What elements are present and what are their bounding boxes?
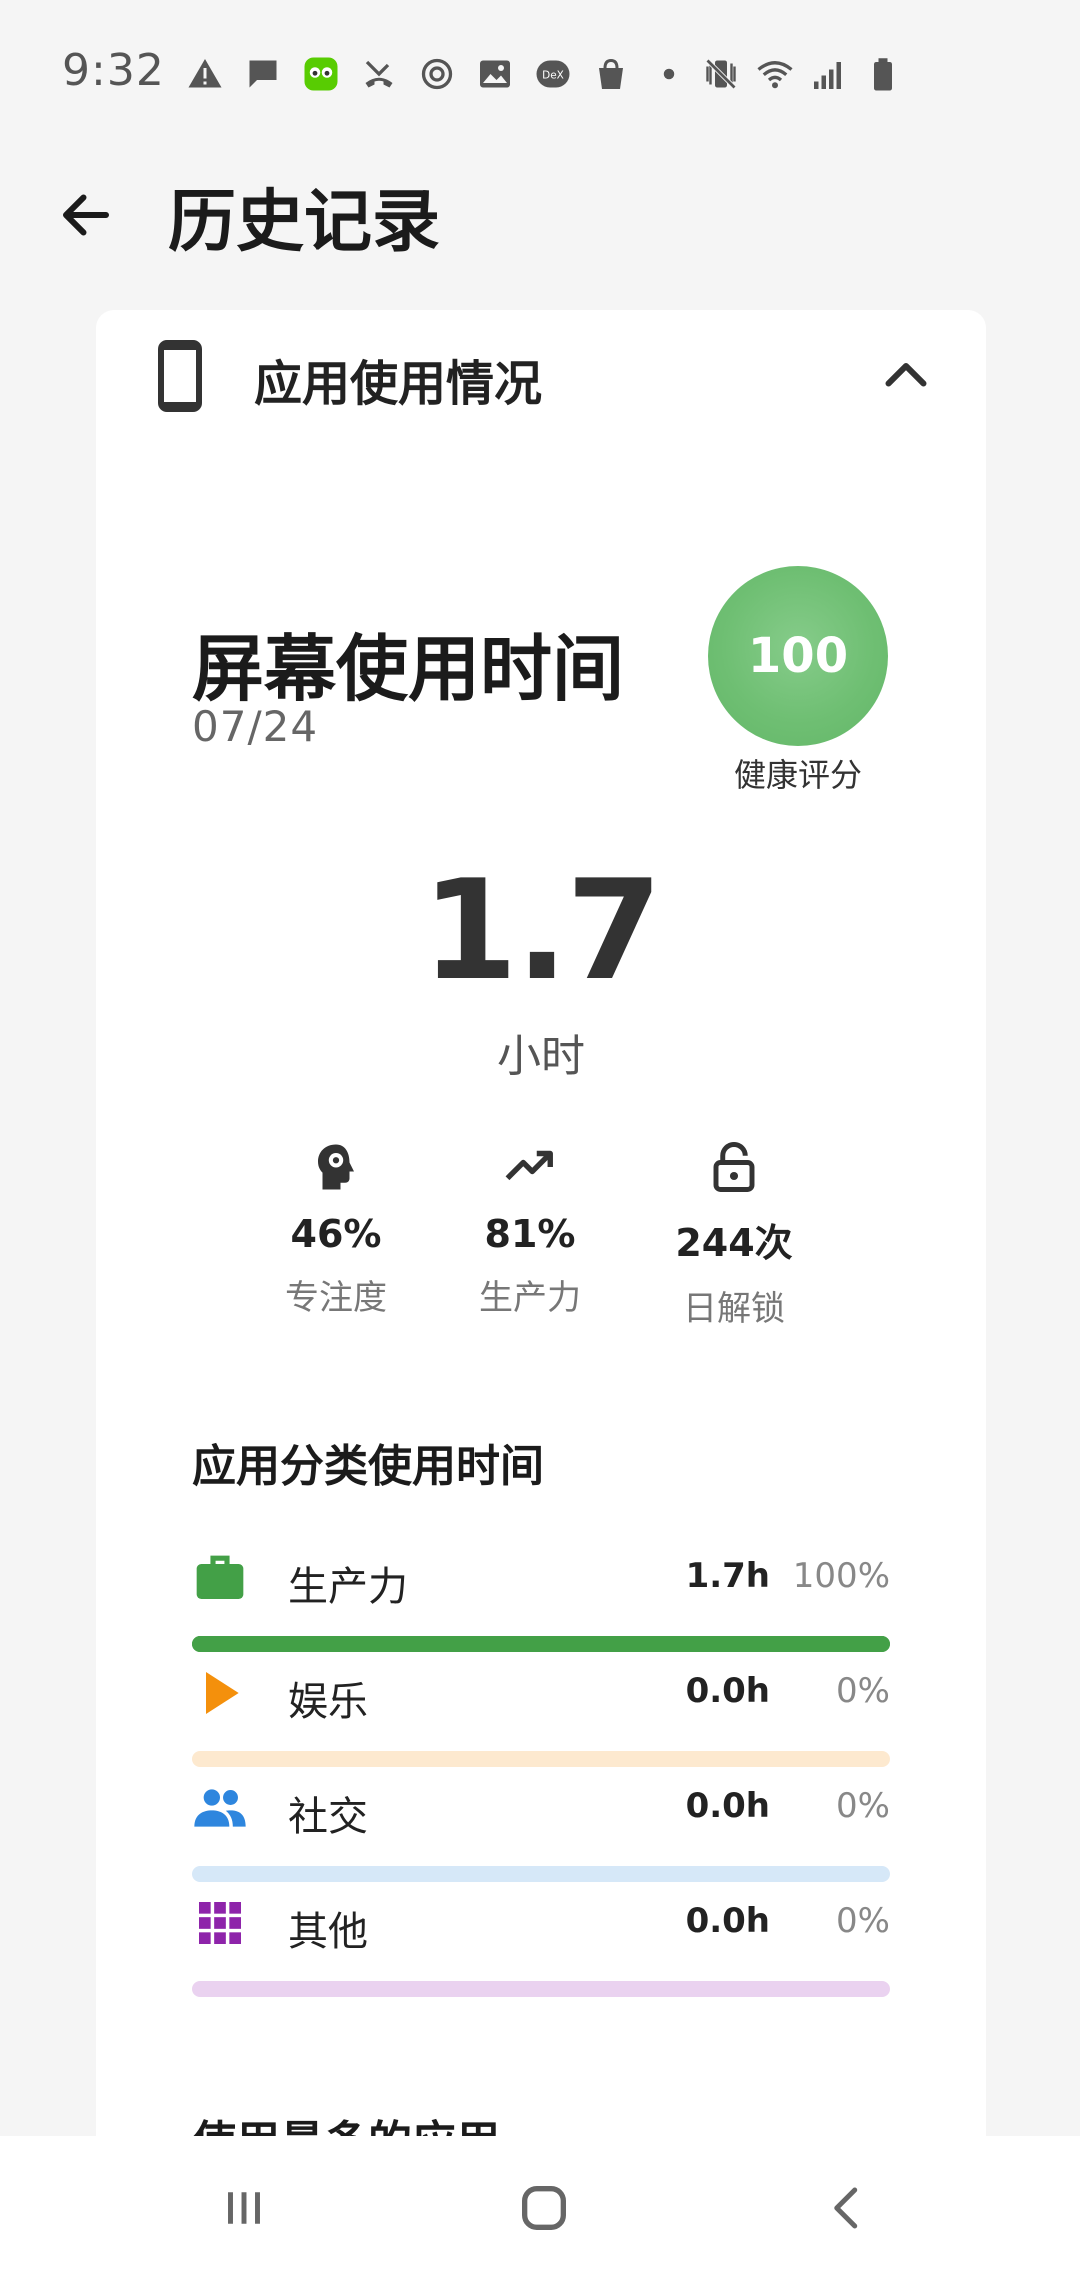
- briefcase-icon: [196, 1555, 244, 1599]
- category-row-social[interactable]: 社交 0.0h 0%: [192, 1780, 890, 1882]
- category-percent: 0%: [836, 1786, 890, 1826]
- category-percent: 100%: [792, 1556, 890, 1596]
- card-title: 应用使用情况: [254, 356, 543, 412]
- vibrate-mute-icon: [703, 52, 739, 91]
- health-score-value: 100: [747, 628, 849, 684]
- warning-icon: [187, 52, 223, 88]
- category-row-entertainment[interactable]: 娱乐 0.0h 0%: [192, 1665, 890, 1767]
- total-screen-time-value: 1.7: [421, 850, 662, 1011]
- stat-productivity-value: 81%: [484, 1212, 576, 1256]
- health-score-circle: 100: [708, 566, 888, 746]
- home-icon: [522, 2186, 566, 2230]
- stat-unlocks-label: 日解锁: [683, 1289, 785, 1329]
- back-button[interactable]: [808, 2168, 888, 2248]
- stat-productivity: 81% 生产力: [430, 1140, 630, 1319]
- duolingo-icon: [303, 52, 339, 91]
- svg-text:DeX: DeX: [542, 70, 564, 82]
- arrow-left-icon: [63, 194, 109, 236]
- category-progress-track: [192, 1981, 890, 1997]
- stats-row: 46% 专注度 81% 生产力 244次 日解锁: [96, 1140, 986, 1340]
- category-progress-track: [192, 1751, 890, 1767]
- screen-time-title: 屏幕使用时间: [192, 627, 625, 711]
- navigation-bar: [0, 2136, 1080, 2280]
- category-section-title: 应用分类使用时间: [192, 1441, 544, 1492]
- sync-icon: [419, 52, 455, 90]
- category-percent: 0%: [836, 1901, 890, 1941]
- back-arrow-button[interactable]: [50, 179, 122, 251]
- category-hours: 0.0h: [685, 1786, 770, 1826]
- notification-icons: DeX: [187, 52, 687, 91]
- brain-gear-icon: [318, 1144, 354, 1190]
- wifi-icon: [757, 52, 793, 89]
- category-name: 社交: [288, 1794, 368, 1840]
- shopping-bag-icon: [593, 52, 629, 89]
- category-progress-track: [192, 1636, 890, 1652]
- status-bar: 9:32 DeX: [0, 0, 1080, 140]
- back-chevron-icon: [834, 2187, 858, 2229]
- message-icon: [245, 52, 281, 88]
- app-bar: 历史记录: [0, 150, 1080, 280]
- trending-up-icon: [505, 1150, 553, 1181]
- recents-button[interactable]: [204, 2168, 284, 2248]
- gallery-icon: [477, 52, 513, 88]
- chevron-up-icon[interactable]: [876, 346, 936, 406]
- stat-productivity-label: 生产力: [479, 1278, 581, 1318]
- card-header[interactable]: 应用使用情况: [96, 310, 986, 440]
- system-icons: [703, 52, 901, 91]
- category-hours: 0.0h: [685, 1671, 770, 1711]
- category-name: 生产力: [288, 1564, 408, 1610]
- category-name: 娱乐: [288, 1679, 368, 1725]
- total-screen-time-unit: 小时: [497, 1031, 585, 1082]
- play-icon: [206, 1672, 239, 1714]
- page: 9:32 DeX 历史记录 应用使用情况 屏幕使用时间 07/24 100 健康…: [0, 0, 1080, 2280]
- category-name: 其他: [288, 1909, 368, 1955]
- home-button[interactable]: [504, 2168, 584, 2248]
- category-percent: 0%: [836, 1671, 890, 1711]
- dot-icon: [651, 52, 687, 88]
- status-time: 9:32: [62, 44, 165, 96]
- grid-icon: [199, 1902, 241, 1944]
- phone-icon: [158, 340, 202, 412]
- app-usage-card: 应用使用情况 屏幕使用时间 07/24 100 健康评分 1.7 小时 46% …: [96, 310, 986, 2210]
- category-row-productivity[interactable]: 生产力 1.7h 100%: [192, 1550, 890, 1652]
- category-row-other[interactable]: 其他 0.0h 0%: [192, 1895, 890, 1997]
- stat-focus-value: 46%: [290, 1212, 382, 1256]
- stat-focus-label: 专注度: [285, 1278, 387, 1318]
- battery-icon: [865, 52, 901, 91]
- people-icon: [194, 1789, 246, 1827]
- screen-time-date: 07/24: [192, 702, 319, 751]
- unlock-icon: [713, 1142, 755, 1192]
- signal-icon: [811, 52, 847, 89]
- page-title: 历史记录: [168, 182, 441, 262]
- category-progress-track: [192, 1866, 890, 1882]
- stat-unlocks: 244次 日解锁: [634, 1140, 834, 1330]
- health-score-label: 健康评分: [733, 756, 862, 794]
- dex-icon: DeX: [535, 52, 571, 88]
- stat-focus: 46% 专注度: [236, 1140, 436, 1319]
- missed-call-icon: [361, 52, 397, 88]
- category-hours: 0.0h: [685, 1901, 770, 1941]
- category-hours: 1.7h: [685, 1556, 770, 1596]
- stat-unlocks-value: 244次: [675, 1221, 793, 1265]
- category-progress-fill: [192, 1636, 890, 1652]
- recents-icon: [228, 2192, 260, 2224]
